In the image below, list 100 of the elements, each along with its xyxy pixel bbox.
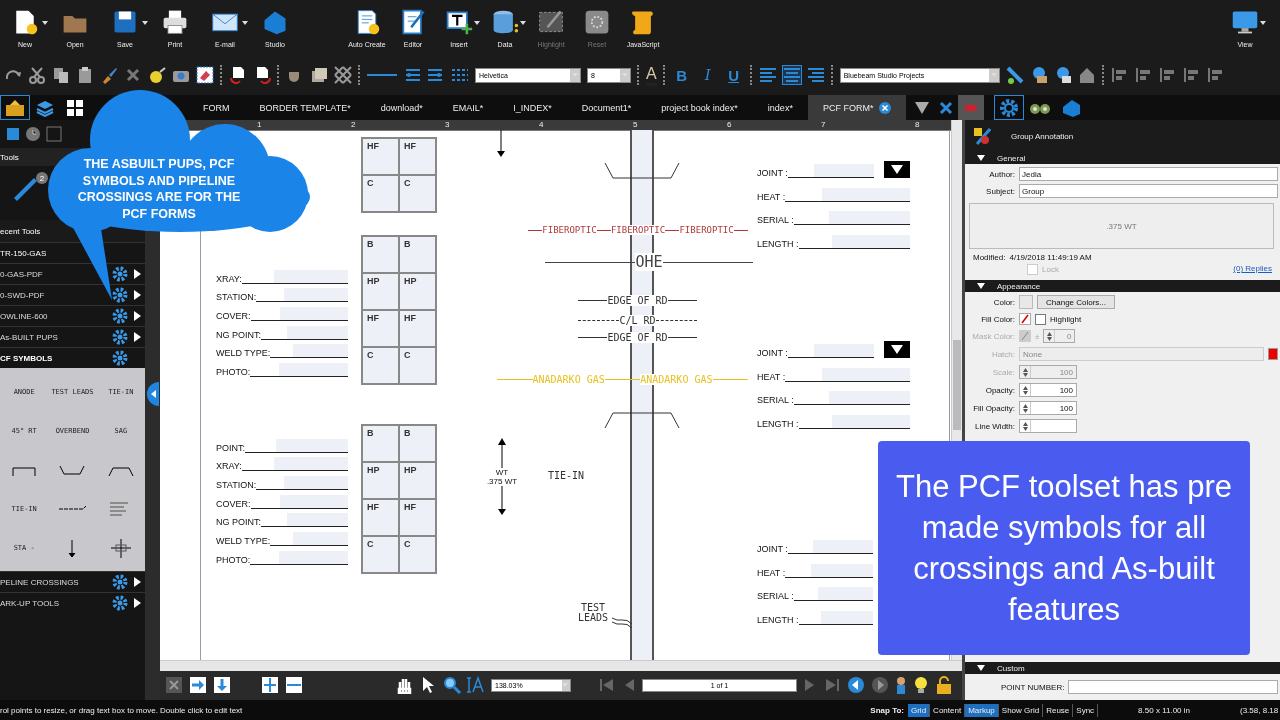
form-field[interactable] bbox=[793, 391, 910, 406]
align-right-button[interactable] bbox=[806, 66, 825, 84]
document-tab[interactable]: BORDER TEMPLATE* bbox=[244, 95, 366, 120]
caret-icon[interactable] bbox=[474, 21, 480, 25]
document-tab[interactable]: PCF FORM* bbox=[807, 95, 907, 120]
form-field[interactable] bbox=[270, 532, 348, 547]
flag-button[interactable] bbox=[958, 95, 985, 120]
x-mark-button[interactable] bbox=[124, 66, 142, 84]
toolset-label[interactable]: 0-SWD-PDF bbox=[0, 290, 45, 300]
expand-arrow-icon[interactable] bbox=[134, 577, 141, 587]
copy-button[interactable] bbox=[52, 66, 70, 84]
fit-width-button[interactable] bbox=[189, 676, 207, 694]
expand-arrow-icon[interactable] bbox=[134, 290, 141, 300]
brush-button[interactable] bbox=[100, 66, 118, 84]
pan-button[interactable] bbox=[395, 676, 413, 694]
document-tab[interactable]: FORM bbox=[188, 95, 245, 120]
dashed-lines-button[interactable] bbox=[451, 66, 469, 84]
list-button[interactable] bbox=[403, 66, 421, 84]
gear-icon[interactable] bbox=[112, 574, 128, 590]
dropdown-button[interactable] bbox=[884, 161, 910, 179]
caret-icon[interactable] bbox=[1260, 21, 1266, 25]
zoom-button[interactable] bbox=[443, 676, 461, 694]
toolset-label[interactable]: CF SYMBOLS bbox=[0, 353, 53, 363]
close-button[interactable] bbox=[165, 676, 183, 694]
style-button[interactable]: I bbox=[697, 66, 718, 84]
collapse-triangle-icon[interactable] bbox=[977, 155, 985, 161]
form-field[interactable] bbox=[256, 288, 348, 303]
replies-link[interactable]: (0) Replies bbox=[1233, 264, 1272, 275]
caret-icon[interactable] bbox=[42, 21, 48, 25]
font-color-button[interactable]: A bbox=[646, 64, 657, 86]
toolset-label[interactable]: As-BUILT PUPS bbox=[0, 332, 58, 342]
line-button[interactable] bbox=[367, 73, 397, 77]
expand-arrow-icon[interactable] bbox=[134, 311, 141, 321]
comment-field[interactable]: .375 WT bbox=[969, 203, 1274, 249]
gear-icon[interactable] bbox=[112, 329, 128, 345]
document-tab[interactable]: download* bbox=[365, 95, 438, 120]
form-field[interactable] bbox=[798, 414, 910, 429]
caret-icon[interactable] bbox=[142, 21, 148, 25]
snap-toggle[interactable]: Show Grid bbox=[998, 703, 1044, 717]
color-swatch[interactable] bbox=[1019, 295, 1033, 309]
collapse-triangle-icon[interactable] bbox=[977, 665, 985, 671]
form-field[interactable] bbox=[250, 494, 348, 509]
spin-field[interactable]: 100 bbox=[1019, 383, 1077, 397]
gear-icon[interactable] bbox=[112, 595, 128, 611]
gear-icon[interactable] bbox=[112, 287, 128, 303]
align-left-edge-button[interactable] bbox=[1110, 66, 1129, 84]
scissors-button[interactable] bbox=[28, 66, 46, 84]
style-button[interactable]: U bbox=[723, 66, 744, 84]
split-vertical-button[interactable] bbox=[261, 676, 279, 694]
caret-icon[interactable] bbox=[520, 21, 526, 25]
document-tab[interactable]: Document1* bbox=[566, 95, 647, 120]
tips-button[interactable] bbox=[913, 676, 929, 694]
properties-button[interactable] bbox=[994, 95, 1025, 120]
align-left-button[interactable] bbox=[758, 66, 777, 84]
color-swatch[interactable] bbox=[1268, 348, 1278, 360]
form-field[interactable] bbox=[798, 234, 910, 249]
document-tab[interactable]: index* bbox=[752, 95, 808, 120]
form-field[interactable] bbox=[787, 540, 873, 555]
form-field[interactable] bbox=[256, 476, 348, 491]
snap-toggle[interactable]: Reuse bbox=[1043, 703, 1074, 717]
toolset-label[interactable]: PELINE CROSSINGS bbox=[0, 577, 79, 587]
author-field[interactable]: Jedia bbox=[1019, 167, 1278, 181]
spin-field[interactable]: 100 bbox=[1019, 401, 1077, 415]
user-button[interactable] bbox=[895, 676, 907, 694]
point-number-field[interactable] bbox=[1068, 680, 1278, 694]
toolset-label[interactable]: ARK-UP TOOLS bbox=[0, 598, 60, 608]
gear-icon[interactable] bbox=[112, 266, 128, 282]
form-field[interactable] bbox=[250, 307, 348, 322]
fit-page-button[interactable] bbox=[213, 676, 231, 694]
form-field[interactable] bbox=[793, 587, 873, 602]
recent-tool[interactable]: TR-150-GAS bbox=[0, 248, 47, 258]
expand-arrow-icon[interactable] bbox=[134, 332, 141, 342]
change-colors-button[interactable]: Change Colors... bbox=[1037, 295, 1116, 309]
subject-field[interactable]: Group bbox=[1019, 184, 1278, 198]
stamp-icon[interactable] bbox=[6, 127, 20, 141]
form-field[interactable] bbox=[785, 187, 910, 202]
clock-icon[interactable] bbox=[24, 126, 42, 142]
form-field[interactable] bbox=[250, 550, 348, 565]
toolset-label[interactable]: 0-GAS-PDF bbox=[0, 269, 43, 279]
style-button[interactable]: B bbox=[671, 66, 692, 84]
collapse-triangle-icon[interactable] bbox=[977, 283, 985, 289]
gear-icon[interactable] bbox=[112, 350, 128, 366]
clipboard-button[interactable] bbox=[76, 66, 94, 84]
form-field[interactable] bbox=[787, 344, 874, 359]
form-field[interactable] bbox=[241, 269, 348, 284]
tape-measure-button[interactable] bbox=[148, 66, 166, 84]
form-field[interactable] bbox=[785, 367, 910, 382]
snap-toggle[interactable]: Grid bbox=[908, 703, 931, 717]
highlight-checkbox[interactable]: Highlight bbox=[1035, 313, 1082, 325]
stack-button[interactable] bbox=[310, 66, 328, 84]
form-field[interactable] bbox=[798, 610, 873, 625]
form-field[interactable] bbox=[261, 325, 348, 340]
no-fill-swatch-icon[interactable] bbox=[1019, 313, 1031, 325]
form-field[interactable] bbox=[270, 344, 348, 359]
last-page-button[interactable] bbox=[823, 676, 841, 694]
section-header[interactable]: Appearance bbox=[997, 281, 1041, 291]
document-tab[interactable]: I_INDEX* bbox=[498, 95, 567, 120]
toolset-label[interactable]: OWLINE-600 bbox=[0, 311, 48, 321]
document-tab[interactable]: EMAIL* bbox=[437, 95, 499, 120]
text-select-button[interactable] bbox=[467, 676, 485, 694]
